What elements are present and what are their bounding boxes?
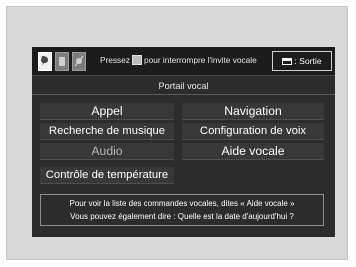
command-controle-temperature[interactable]: Contrôle de température xyxy=(40,167,174,184)
command-configuration-voix[interactable]: Configuration de voix xyxy=(182,123,324,140)
top-bar: Pressez pour interrompre l'invite vocale… xyxy=(32,47,335,76)
exit-label: : Sortie xyxy=(294,56,322,66)
exit-button[interactable]: : Sortie xyxy=(272,51,332,71)
command-aide-vocale[interactable]: Aide vocale xyxy=(182,143,324,160)
interrupt-hint: Pressez pour interrompre l'invite vocale xyxy=(100,55,257,65)
hint-suffix: pour interrompre l'invite vocale xyxy=(143,55,257,65)
command-appel[interactable]: Appel xyxy=(40,103,174,120)
phone-icon[interactable] xyxy=(55,52,69,71)
help-line-2: Vous pouvez également dire : Quelle est … xyxy=(70,211,294,221)
command-audio[interactable]: Audio xyxy=(40,143,174,160)
voice-portal-screen: Pressez pour interrompre l'invite vocale… xyxy=(32,47,335,237)
hint-prefix: Pressez xyxy=(100,55,130,65)
voice-mute-icon[interactable] xyxy=(72,52,86,71)
back-icon xyxy=(282,57,293,65)
help-line-1: Pour voir la liste des commandes vocales… xyxy=(69,199,295,208)
talk-button-icon xyxy=(131,55,142,65)
command-recherche-musique[interactable]: Recherche de musique xyxy=(40,123,174,140)
voice-prompt-icon[interactable] xyxy=(38,52,52,71)
page-title: Portail vocal xyxy=(32,78,335,95)
help-message: Pour voir la liste des commandes vocales… xyxy=(40,194,324,226)
command-navigation[interactable]: Navigation xyxy=(182,103,324,120)
